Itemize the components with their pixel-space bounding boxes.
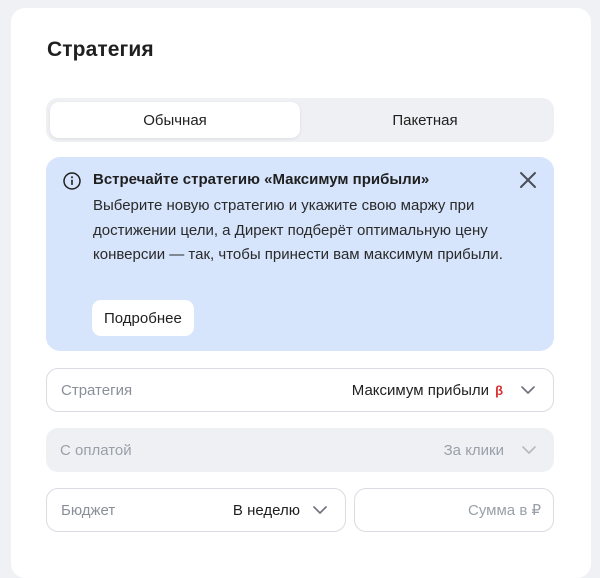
payment-label: С оплатой xyxy=(60,441,132,459)
learn-more-button[interactable]: Подробнее xyxy=(92,300,194,336)
budget-amount-field xyxy=(354,488,554,532)
tab-regular[interactable]: Обычная xyxy=(50,102,300,138)
strategy-select[interactable]: Стратегия Максимум прибыли β xyxy=(46,368,554,412)
budget-select[interactable]: Бюджет В неделю xyxy=(46,488,346,532)
info-icon xyxy=(63,172,81,190)
chevron-down-icon xyxy=(313,506,327,514)
close-icon[interactable] xyxy=(518,170,538,190)
strategy-type-switch: Обычная Пакетная xyxy=(46,98,554,142)
payment-select: С оплатой За клики xyxy=(46,428,554,472)
budget-amount-input[interactable] xyxy=(355,489,553,531)
payment-value: За клики xyxy=(443,441,504,459)
tab-package[interactable]: Пакетная xyxy=(300,102,550,138)
beta-badge: β xyxy=(495,382,503,398)
budget-label: Бюджет xyxy=(61,501,116,519)
budget-period-value: В неделю xyxy=(232,501,300,519)
banner-text: Выберите новую стратегию и укажите свою … xyxy=(93,197,503,263)
promo-banner: Встречайте стратегию «Максимум прибыли» … xyxy=(46,157,554,351)
strategy-card: Стратегия Обычная Пакетная Встречайте ст… xyxy=(11,8,591,578)
page-title: Стратегия xyxy=(47,38,154,61)
banner-title: Встречайте стратегию «Максимум прибыли» xyxy=(93,171,430,188)
strategy-value: Максимум прибыли β xyxy=(351,381,503,399)
strategy-label: Стратегия xyxy=(61,381,133,399)
chevron-down-icon xyxy=(522,446,536,454)
chevron-down-icon xyxy=(521,386,535,394)
page-edge xyxy=(591,0,600,566)
